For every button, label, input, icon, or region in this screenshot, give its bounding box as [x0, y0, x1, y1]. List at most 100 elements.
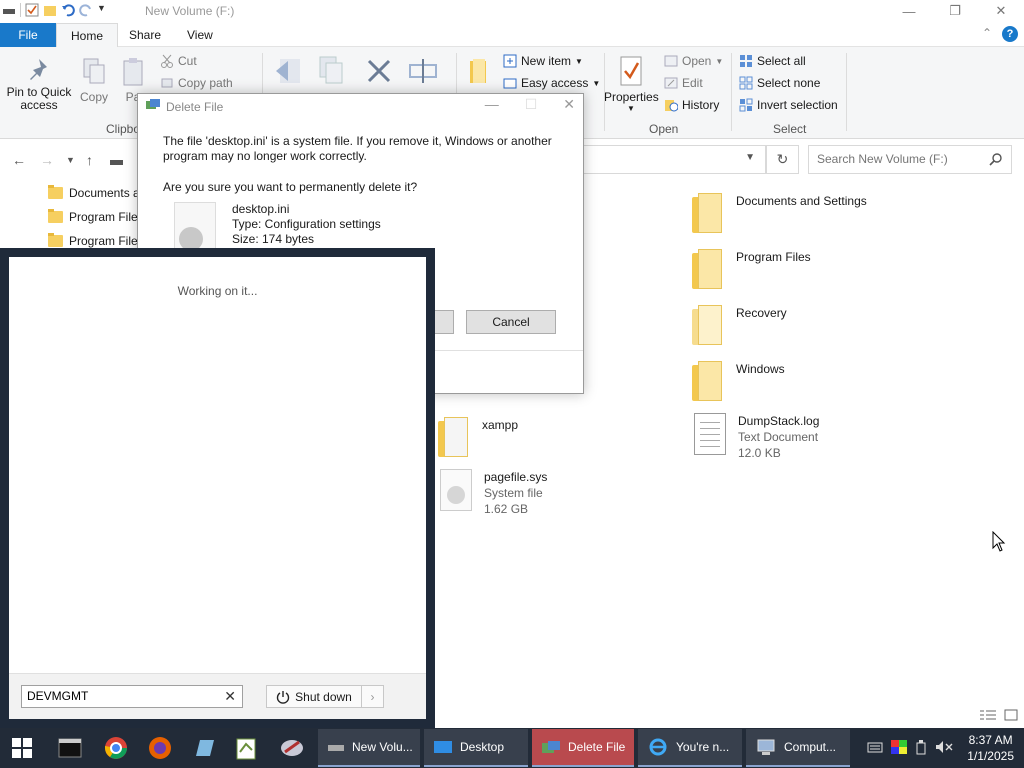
maximize-button[interactable]: ❐: [932, 0, 978, 22]
dialog-maximize-button[interactable]: ☐: [525, 96, 538, 113]
new-folder-button[interactable]: [466, 55, 490, 90]
detail-file-size: Size: 174 bytes: [232, 232, 315, 246]
shutdown-button[interactable]: Shut down: [267, 686, 361, 707]
edit-button[interactable]: Edit: [664, 76, 703, 90]
nav-item-documents[interactable]: Documents a: [48, 183, 140, 203]
details-view-icon[interactable]: [980, 709, 996, 724]
easy-access-button[interactable]: Easy access ▼: [503, 76, 600, 90]
delete-x-icon: [367, 59, 391, 83]
file-item-windows[interactable]: Windows: [692, 361, 785, 401]
search-input[interactable]: [817, 152, 987, 166]
select-none-button[interactable]: Select none: [739, 76, 820, 90]
redo-icon[interactable]: [79, 3, 93, 17]
rename-button[interactable]: [408, 55, 438, 90]
file-item-recovery[interactable]: Recovery: [692, 305, 787, 345]
large-icons-view-icon[interactable]: [1004, 709, 1018, 724]
task-desktop[interactable]: Desktop: [424, 729, 528, 767]
text-document-icon: [694, 413, 726, 455]
dialog-title: Delete File: [166, 99, 224, 114]
address-bar[interactable]: ▼: [580, 145, 766, 174]
help-icon[interactable]: ?: [1002, 26, 1018, 42]
invert-selection-button[interactable]: Invert selection: [739, 98, 838, 112]
address-dropdown-icon[interactable]: ▼: [745, 152, 755, 163]
shutdown-options-chevron-icon[interactable]: ›: [361, 686, 383, 707]
title-bar: ▼ New Volume (F:) — ❐ ✕: [0, 0, 1024, 22]
refresh-button[interactable]: ↻: [766, 145, 799, 174]
usb-tray-icon[interactable]: [915, 739, 927, 758]
expand-ribbon-icon[interactable]: ⌃: [982, 26, 992, 42]
terminal-taskbar-icon[interactable]: [56, 734, 84, 762]
windows-logo-icon: [12, 738, 32, 758]
move-to-button[interactable]: [274, 55, 304, 90]
select-none-label: Select none: [757, 76, 821, 90]
folder-icon: [438, 417, 470, 457]
task-internet-explorer[interactable]: You're n...: [638, 729, 742, 767]
file-item-program-files[interactable]: Program Files: [692, 249, 811, 289]
properties-check-icon[interactable]: [25, 3, 39, 17]
desktop-icon: [434, 741, 452, 753]
file-details: desktop.ini Type: Configuration settings…: [232, 202, 381, 247]
volume-muted-icon[interactable]: [935, 740, 953, 757]
scissors-icon: [160, 54, 174, 68]
tool-taskbar-icon[interactable]: [278, 734, 306, 762]
dialog-close-button[interactable]: ✕: [563, 96, 575, 113]
select-all-button[interactable]: Select all: [739, 54, 806, 68]
cut-button[interactable]: Cut: [160, 54, 197, 68]
open-button[interactable]: Open ▼: [664, 54, 723, 68]
color-tray-icon[interactable]: [891, 739, 908, 757]
copy-icon: [83, 58, 105, 84]
copy-path-button[interactable]: Copy path: [160, 76, 233, 90]
recent-locations-chevron-icon[interactable]: ▼: [66, 155, 75, 165]
back-arrow-icon[interactable]: ←: [12, 152, 26, 168]
file-item-dumpstack-log[interactable]: DumpStack.log Text Document 12.0 KB: [694, 413, 819, 461]
dialog-minimize-button[interactable]: —: [485, 96, 499, 113]
delete-button[interactable]: [364, 55, 394, 90]
tab-share[interactable]: Share: [115, 23, 175, 47]
folder-icon: [692, 193, 724, 233]
file-item-xampp[interactable]: xampp: [438, 417, 518, 457]
copy-to-button[interactable]: [316, 55, 346, 90]
folder-icon: [692, 361, 724, 401]
tab-home[interactable]: Home: [56, 23, 119, 48]
new-item-label: New item: [521, 54, 572, 68]
system-tray: 8:37 AM 1/1/2025: [867, 728, 1024, 768]
copy-button[interactable]: Copy: [76, 57, 112, 104]
task-delete-file[interactable]: Delete File: [532, 729, 634, 767]
close-button[interactable]: ✕: [978, 0, 1024, 22]
start-button[interactable]: [8, 734, 36, 762]
properties-button[interactable]: Properties ▼: [604, 55, 659, 113]
chrome-taskbar-icon[interactable]: [102, 734, 130, 762]
clock[interactable]: 8:37 AM 1/1/2025: [967, 732, 1014, 764]
minimize-button[interactable]: —: [886, 0, 932, 22]
run-search-input[interactable]: [27, 689, 207, 703]
firefox-taskbar-icon[interactable]: [146, 734, 174, 762]
pin-quick-access-button[interactable]: Pin to Quick access: [6, 57, 72, 112]
cancel-button[interactable]: Cancel: [466, 310, 556, 334]
tab-view[interactable]: View: [173, 23, 227, 47]
shutdown-button-group: Shut down ›: [266, 685, 384, 708]
address-drive-icon: [110, 154, 124, 170]
new-folder-icon[interactable]: [43, 3, 57, 17]
app-taskbar-icon[interactable]: [190, 734, 218, 762]
network-tray-icon[interactable]: [867, 740, 883, 757]
ribbon-tabs: File Home Share View ⌃ ?: [0, 23, 1024, 48]
customize-toolbar-icon[interactable]: ▼: [97, 3, 111, 17]
new-item-button[interactable]: New item ▼: [503, 54, 583, 68]
undo-icon[interactable]: [61, 3, 75, 17]
task-new-volume[interactable]: New Volu...: [318, 729, 420, 767]
file-item-documents-and-settings[interactable]: Documents and Settings: [692, 193, 867, 233]
search-box[interactable]: [808, 145, 1012, 174]
forward-arrow-icon[interactable]: →: [40, 152, 54, 168]
run-search-box[interactable]: ✕: [21, 685, 243, 708]
file-item-pagefile-sys[interactable]: pagefile.sys System file 1.62 GB: [440, 469, 547, 517]
task-computer-management[interactable]: Comput...: [746, 729, 850, 767]
start-menu-panel: Working on it... ✕ Shut down ›: [0, 248, 435, 728]
history-button[interactable]: History: [664, 98, 719, 112]
nav-item-program-files[interactable]: Program File: [48, 207, 138, 227]
editor-taskbar-icon[interactable]: [232, 734, 260, 762]
task-label: Desktop: [460, 740, 505, 754]
clipboard-group-label: Clipbo: [106, 122, 141, 136]
clear-icon[interactable]: ✕: [224, 688, 236, 705]
tab-file[interactable]: File: [0, 23, 56, 47]
up-arrow-icon[interactable]: ↑: [86, 152, 93, 168]
